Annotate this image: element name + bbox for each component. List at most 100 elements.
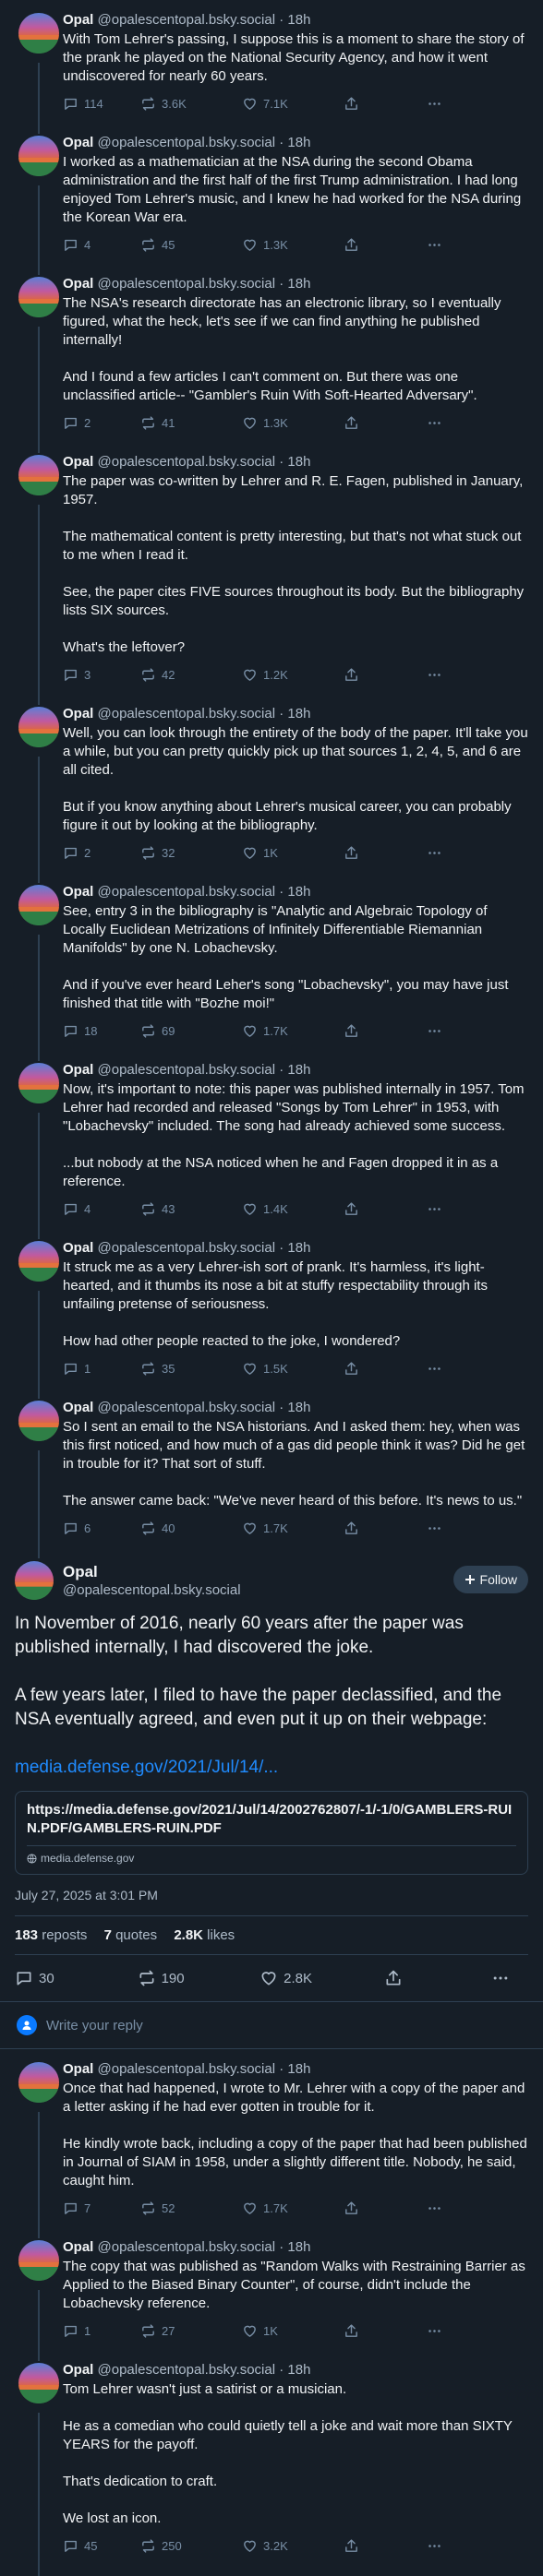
author-handle[interactable]: @opalescentopal.bsky.social (98, 884, 276, 900)
like-button[interactable]: 1.2K (242, 667, 344, 683)
share-button[interactable] (344, 1023, 427, 1039)
repost-button[interactable]: 45 (140, 237, 242, 253)
post-time[interactable]: 18h (287, 276, 310, 292)
repost-button[interactable]: 52 (140, 2200, 242, 2216)
more-options-button[interactable] (427, 2200, 464, 2216)
share-button[interactable] (344, 667, 427, 683)
author-name[interactable]: Opal (63, 2061, 93, 2077)
more-options-button[interactable] (427, 2538, 464, 2554)
avatar[interactable] (18, 1063, 59, 1103)
author-name[interactable]: Opal (63, 276, 93, 292)
share-button[interactable] (344, 2538, 427, 2554)
author-handle[interactable]: @opalescentopal.bsky.social (98, 12, 276, 28)
reply-button[interactable]: 2 (63, 845, 140, 861)
avatar[interactable] (18, 1401, 59, 1441)
follow-button[interactable]: Follow (452, 1566, 528, 1593)
post-time[interactable]: 18h (287, 1062, 310, 1078)
more-options-button[interactable] (427, 2323, 464, 2339)
share-button[interactable] (344, 1361, 427, 1377)
reply-button[interactable]: 1 (63, 1361, 140, 1377)
share-button[interactable] (344, 1521, 427, 1536)
reply-button[interactable]: 7 (63, 2200, 140, 2216)
avatar[interactable] (18, 2363, 59, 2403)
like-button[interactable]: 3.2K (242, 2538, 344, 2554)
author-name[interactable]: Opal (63, 1400, 93, 1415)
repost-button[interactable]: 190 (138, 1969, 260, 1987)
reply-button[interactable]: 114 (63, 96, 140, 112)
repost-button[interactable]: 32 (140, 845, 242, 861)
more-options-button[interactable] (427, 1201, 464, 1217)
avatar[interactable] (18, 13, 59, 54)
repost-button[interactable]: 40 (140, 1521, 242, 1536)
more-options-button[interactable] (427, 237, 464, 253)
like-button[interactable]: 1.7K (242, 1023, 344, 1039)
quotes-stat[interactable]: 7 quotes (104, 1927, 158, 1943)
thread-post[interactable]: Opal @opalescentopal.bsky.social · 18h S… (0, 1388, 543, 1558)
post-link[interactable]: media.defense.gov/2021/Jul/14/... (15, 1758, 278, 1777)
share-button[interactable] (344, 415, 427, 431)
more-options-button[interactable] (427, 845, 464, 861)
like-button[interactable]: 1.7K (242, 2200, 344, 2216)
thread-post[interactable]: Opal @opalescentopal.bsky.social · 18h T… (0, 442, 543, 705)
author-name[interactable]: Opal (63, 2239, 93, 2255)
like-button[interactable]: 1K (242, 2323, 344, 2339)
reply-button[interactable]: 30 (15, 1969, 138, 1987)
author-handle[interactable]: @opalescentopal.bsky.social (98, 2061, 276, 2077)
thread-post[interactable]: Opal @opalescentopal.bsky.social · 18h T… (0, 2227, 543, 2361)
thread-post[interactable]: Opal @opalescentopal.bsky.social · 18h O… (0, 2049, 543, 2238)
post-time[interactable]: 18h (287, 884, 310, 900)
avatar[interactable] (18, 136, 59, 176)
avatar[interactable] (18, 885, 59, 925)
author-handle[interactable]: @opalescentopal.bsky.social (98, 135, 276, 150)
post-time[interactable]: 18h (287, 135, 310, 150)
author-name[interactable]: Opal (63, 2362, 93, 2378)
post-time[interactable]: 18h (287, 2362, 310, 2378)
author-name[interactable]: Opal (63, 1062, 93, 1078)
share-button[interactable] (344, 2200, 427, 2216)
post-time[interactable]: 18h (287, 454, 310, 470)
author-handle[interactable]: @opalescentopal.bsky.social (63, 1581, 241, 1599)
reply-composer[interactable]: Write your reply (0, 2002, 543, 2049)
author-name[interactable]: Opal (63, 1562, 241, 1581)
post-time[interactable]: 18h (287, 706, 310, 722)
reply-button[interactable]: 6 (63, 1521, 140, 1536)
share-button[interactable] (344, 96, 427, 112)
avatar[interactable] (18, 2240, 59, 2281)
likes-stat[interactable]: 2.8K likes (174, 1927, 235, 1943)
reply-button[interactable]: 2 (63, 415, 140, 431)
like-button[interactable]: 1.3K (242, 415, 344, 431)
more-options-button[interactable] (427, 1521, 464, 1536)
thread-post[interactable]: Opal @opalescentopal.bsky.social · 18h T… (0, 264, 543, 453)
more-options-button[interactable] (427, 1023, 464, 1039)
author-name[interactable]: Opal (63, 1240, 93, 1256)
author-handle[interactable]: @opalescentopal.bsky.social (98, 1400, 276, 1415)
post-time[interactable]: 18h (287, 1400, 310, 1415)
like-button[interactable]: 2.8K (259, 1969, 384, 1987)
more-options-button[interactable] (491, 1969, 528, 1987)
thread-post[interactable]: Opal @opalescentopal.bsky.social · 18h T… (0, 2350, 543, 2576)
thread-post[interactable]: Opal @opalescentopal.bsky.social · 18h W… (0, 694, 543, 883)
share-button[interactable] (344, 1201, 427, 1217)
thread-post[interactable]: Opal @opalescentopal.bsky.social · 18h S… (0, 872, 543, 1061)
avatar[interactable] (18, 707, 59, 747)
like-button[interactable]: 1K (242, 845, 344, 861)
more-options-button[interactable] (427, 415, 464, 431)
author-handle[interactable]: @opalescentopal.bsky.social (98, 454, 276, 470)
share-button[interactable] (344, 237, 427, 253)
thread-post[interactable]: Opal @opalescentopal.bsky.social · 18h I… (0, 1228, 543, 1399)
avatar[interactable] (18, 2062, 59, 2103)
avatar[interactable] (15, 1561, 54, 1600)
thread-post[interactable]: Opal @opalescentopal.bsky.social · 18h W… (0, 0, 543, 134)
share-button[interactable] (344, 845, 427, 861)
reply-button[interactable]: 4 (63, 1201, 140, 1217)
more-options-button[interactable] (427, 667, 464, 683)
repost-button[interactable]: 69 (140, 1023, 242, 1039)
post-time[interactable]: 18h (287, 2239, 310, 2255)
repost-button[interactable]: 35 (140, 1361, 242, 1377)
reply-button[interactable]: 3 (63, 667, 140, 683)
like-button[interactable]: 1.7K (242, 1521, 344, 1536)
author-name[interactable]: Opal (63, 884, 93, 900)
author-name[interactable]: Opal (63, 706, 93, 722)
avatar[interactable] (18, 1241, 59, 1282)
more-options-button[interactable] (427, 1361, 464, 1377)
